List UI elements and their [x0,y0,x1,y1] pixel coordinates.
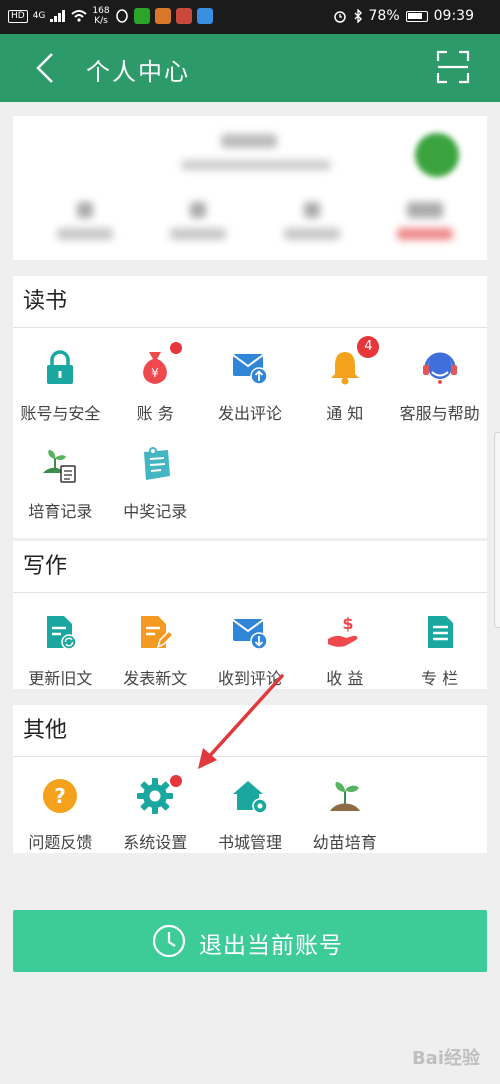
menu-item-seedling-cultivation[interactable]: 幼苗培育 [297,763,392,861]
svg-text:?: ? [55,784,67,808]
seedling-record-icon [43,450,77,483]
section-other: 其他 ? 问题反馈 系统设置 书城管理 幼苗培育 [13,705,487,853]
profile-stats [35,192,475,254]
sprout-icon [329,782,360,811]
menu-item-column[interactable]: 专 栏 [392,599,487,697]
section-title: 读书 [13,276,487,328]
profile-card[interactable] [13,116,487,260]
menu-item-update-article[interactable]: 更新旧文 [13,599,108,697]
menu-item-income[interactable]: $ 收 益 [297,599,392,697]
battery-percent: 78% [368,8,400,24]
menu-item-notifications[interactable]: 4 通 知 [297,334,392,432]
alarm-icon [333,11,346,23]
menu-item-new-article[interactable]: 发表新文 [108,599,203,697]
mail-send-icon [232,354,268,385]
back-button[interactable] [30,48,66,88]
menu-item-received-comments[interactable]: 收到评论 [203,599,298,697]
prize-record-icon [144,447,171,480]
avatar[interactable] [415,133,459,177]
svg-text:¥: ¥ [151,366,159,380]
page-title: 个人中心 [86,58,190,86]
income-icon: $ [327,614,358,647]
column-icon [427,616,453,648]
app-notify-icon-2 [154,8,171,24]
stat-item[interactable] [262,192,362,254]
net-speed: 168 K/s [92,6,110,26]
bluetooth-icon [354,9,362,23]
menu-item-prize-record[interactable]: 中奖记录 [108,432,203,530]
clock-time: 09:39 [433,8,474,24]
menu-item-finance[interactable]: ¥ 账 务 [108,334,203,432]
chevron-left-icon [36,53,53,83]
scrollbar[interactable] [494,432,500,628]
stat-item[interactable] [35,192,135,254]
menu-item-cultivation-record[interactable]: 培育记录 [13,432,108,530]
hd-indicator: HD [8,9,28,23]
notification-badge: 4 [357,336,380,358]
wifi-icon [71,10,88,22]
stat-item[interactable] [375,192,475,254]
section-reading: 读书 账号与安全 ¥ 账 务 发出评论 4 通 知 客服与帮助 培育记录 中奖记… [13,276,487,538]
svg-text:$: $ [342,614,353,633]
logout-label: 退出当前账号 [199,933,343,959]
new-doc-icon [141,616,175,649]
section-writing: 写作 更新旧文 发表新文 收到评论 $ 收 益 专 栏 [13,541,487,689]
scan-button[interactable] [436,50,470,84]
section-title: 其他 [13,705,487,757]
update-doc-icon [47,616,78,650]
menu-item-bookstore-management[interactable]: 书城管理 [203,763,298,861]
watermark: Bai经验 [411,1048,480,1069]
user-name-blurred [221,134,277,148]
app-notify-icon-1 [133,8,150,24]
notification-dot [169,775,182,787]
menu-item-sent-comments[interactable]: 发出评论 [203,334,298,432]
signal-icon [50,10,66,22]
section-title: 写作 [13,541,487,593]
money-bag-icon: ¥ [143,352,168,384]
logout-button[interactable]: 退出当前账号 [13,910,487,972]
app-header: 个人中心 [0,34,500,102]
menu-item-support[interactable]: 客服与帮助 [392,334,487,432]
gear-icon [137,778,174,814]
menu-item-system-settings[interactable]: 系统设置 [108,763,203,861]
menu-item-account-security[interactable]: 账号与安全 [13,334,108,432]
qq-icon [115,9,128,23]
app-notify-icon-4 [196,8,213,24]
status-bar: HD 4G 168 K/s 78% 09:39 [0,0,500,34]
notification-dot [169,342,182,354]
menu-item-feedback[interactable]: ? 问题反馈 [13,763,108,861]
lock-icon [47,350,74,384]
network-type: 4G [32,11,46,21]
headset-icon [422,352,457,384]
scan-icon [436,50,470,84]
clock-icon [152,924,186,958]
app-notify-icon-3 [175,8,192,24]
mail-receive-icon [232,619,268,650]
user-info-blurred [181,160,331,170]
stat-item[interactable] [148,192,248,254]
question-icon: ? [43,779,78,813]
bell-icon [330,352,359,385]
battery-icon [405,10,428,22]
bookstore-settings-icon [232,781,268,814]
